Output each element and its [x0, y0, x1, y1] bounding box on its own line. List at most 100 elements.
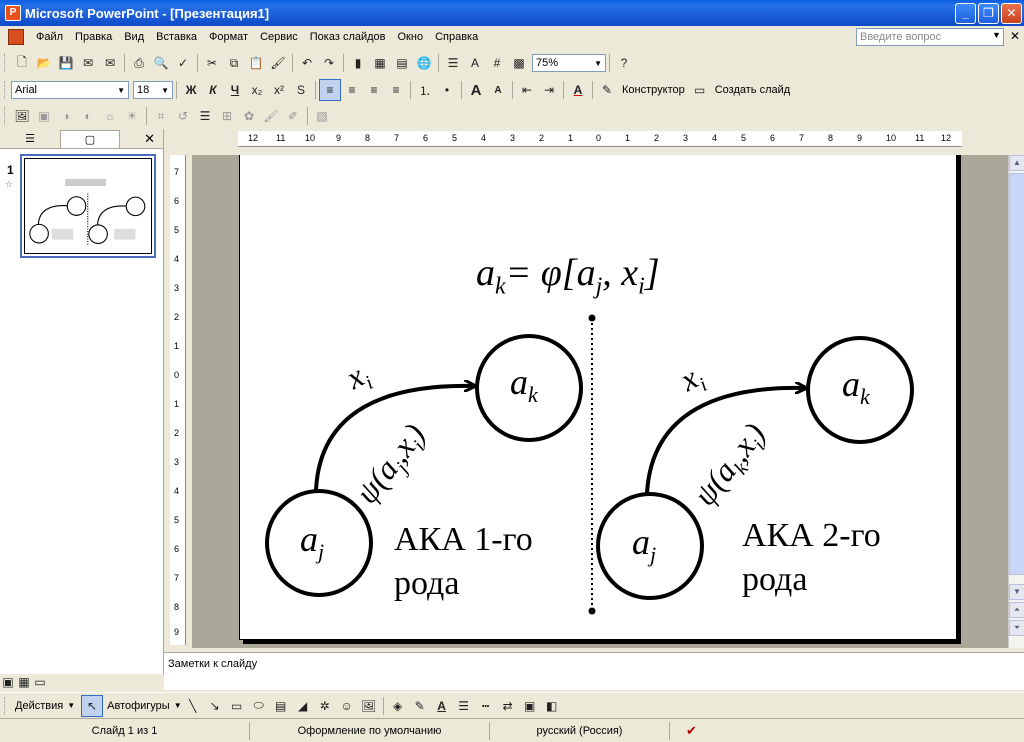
slide-formula[interactable]: ak= φ[aj, xi] [476, 251, 660, 301]
bullets-icon[interactable]: • [436, 79, 458, 101]
slide-sorter-icon[interactable]: ▦ [16, 674, 32, 690]
select-pointer-icon[interactable]: ↖ [81, 694, 104, 717]
tables-borders-icon[interactable]: ▤ [391, 52, 413, 74]
numbering-icon[interactable]: ⒈ [414, 79, 436, 101]
help-search-input[interactable]: Введите вопрос [856, 28, 1004, 46]
undo-icon[interactable]: ↶ [296, 52, 318, 74]
actions-menu[interactable]: Действия [11, 700, 67, 712]
restore-button[interactable]: ❐ [978, 3, 999, 24]
line-color-icon[interactable]: ✎ [409, 695, 431, 717]
zoom-select[interactable]: 75% ▼ [532, 54, 606, 72]
toolbar-grip[interactable] [4, 54, 7, 72]
italic-button[interactable]: К [202, 79, 224, 101]
spelling-icon[interactable]: ✓ [172, 52, 194, 74]
chevron-down-icon[interactable]: ▼ [67, 701, 75, 710]
rectangle-icon[interactable]: ▭ [226, 695, 248, 717]
superscript-icon[interactable]: x² [268, 79, 290, 101]
menu-format[interactable]: Формат [203, 31, 254, 43]
slide-canvas[interactable]: ak= φ[aj, xi] aj ak xi ψ(aj,xi) АКА 1-го… [239, 155, 957, 640]
open-folder-icon[interactable]: 📂 [33, 52, 55, 74]
vertical-scrollbar[interactable]: ▲ ▼ ⏶ ⏷ [1008, 155, 1024, 648]
3d-style-icon[interactable]: ◧ [541, 695, 563, 717]
menu-view[interactable]: Вид [118, 31, 150, 43]
line-style-icon[interactable]: ☰ [194, 105, 216, 127]
menu-slideshow[interactable]: Показ слайдов [304, 31, 392, 43]
menu-file[interactable]: Файл [30, 31, 69, 43]
save-icon[interactable]: 💾 [55, 52, 77, 74]
expand-all-icon[interactable]: ☰ [442, 52, 464, 74]
compress-icon[interactable]: ⊞ [216, 105, 238, 127]
next-slide-icon[interactable]: ⏷ [1009, 620, 1024, 636]
designer-icon[interactable]: ✎ [596, 79, 618, 101]
textbox-icon[interactable]: ▤ [270, 695, 292, 717]
recolor-icon[interactable]: ✿ [238, 105, 260, 127]
show-formatting-icon[interactable]: A [464, 52, 486, 74]
align-left-icon[interactable]: ≡ [319, 79, 341, 101]
print-preview-icon[interactable]: 🔍 [150, 52, 172, 74]
chevron-down-icon[interactable]: ▼ [992, 30, 1001, 40]
scroll-up-icon[interactable]: ▲ [1009, 155, 1024, 171]
close-document-icon[interactable]: ✕ [1010, 29, 1020, 43]
reset-picture-icon[interactable]: ▧ [311, 105, 333, 127]
previous-slide-icon[interactable]: ⏶ [1009, 602, 1024, 618]
diagram-icon[interactable]: ✲ [314, 695, 336, 717]
vertical-ruler[interactable]: 7 6 5 4 3 2 1 0 1 2 3 4 5 6 7 8 9 [170, 155, 186, 645]
align-right-icon[interactable]: ≡ [363, 79, 385, 101]
align-center-icon[interactable]: ≡ [341, 79, 363, 101]
contrast-down-icon[interactable]: ◐ [77, 105, 99, 127]
dash-style-icon[interactable]: ┅ [475, 695, 497, 717]
document-icon[interactable] [8, 29, 24, 45]
paste-icon[interactable]: 📋 [245, 52, 267, 74]
line-style-icon[interactable]: ☰ [453, 695, 475, 717]
menu-help[interactable]: Справка [429, 31, 484, 43]
close-button[interactable]: ✕ [1001, 3, 1022, 24]
hyperlink-icon[interactable]: 🌐 [413, 52, 435, 74]
underline-button[interactable]: Ч [224, 79, 246, 101]
autoshapes-menu[interactable]: Автофигуры [103, 700, 174, 712]
tab-slides[interactable]: ▢ [60, 129, 120, 148]
menu-window[interactable]: Окно [392, 31, 430, 43]
menu-tools[interactable]: Сервис [254, 31, 304, 43]
scroll-down-icon[interactable]: ▼ [1009, 584, 1024, 600]
justify-icon[interactable]: ≡ [385, 79, 407, 101]
line-icon[interactable]: ╲ [182, 695, 204, 717]
format-picture-icon[interactable]: 🖌 [260, 105, 282, 127]
tab-outline[interactable]: ☰ [0, 130, 60, 148]
format-painter-icon[interactable]: 🖌 [267, 52, 289, 74]
color-grayscale-icon[interactable]: ▩ [508, 52, 530, 74]
spelling-status-icon[interactable]: ✔ [686, 723, 697, 739]
insert-picture-icon[interactable]: 🖼 [11, 105, 33, 127]
show-grid-icon[interactable]: # [486, 52, 508, 74]
shadow-icon[interactable]: S [290, 79, 312, 101]
decrease-indent-icon[interactable]: ⇤ [516, 79, 538, 101]
toolbar-grip[interactable] [4, 81, 7, 99]
new-slide-icon[interactable]: ▭ [689, 79, 711, 101]
picture-icon[interactable]: 🖼 [358, 695, 380, 717]
fill-color-icon[interactable]: ◈ [387, 695, 409, 717]
insert-table-icon[interactable]: ▦ [369, 52, 391, 74]
arrow-icon[interactable]: ↘ [204, 695, 226, 717]
contrast-up-icon[interactable]: ◑ [55, 105, 77, 127]
font-name-select[interactable]: Arial ▼ [11, 81, 129, 99]
shadow-style-icon[interactable]: ▣ [519, 695, 541, 717]
font-color-icon[interactable]: A [567, 79, 589, 101]
transparent-color-icon[interactable]: ✐ [282, 105, 304, 127]
copy-icon[interactable]: ⧉ [223, 52, 245, 74]
arrow-style-icon[interactable]: ⇄ [497, 695, 519, 717]
oval-icon[interactable]: ⬭ [248, 695, 270, 717]
crop-icon[interactable]: ⌗ [150, 105, 172, 127]
toolbar-grip[interactable] [4, 696, 7, 715]
minimize-button[interactable]: _ [955, 3, 976, 24]
clipart-icon[interactable]: ☺ [336, 695, 358, 717]
insert-chart-icon[interactable]: ▮ [347, 52, 369, 74]
rotate-icon[interactable]: ↺ [172, 105, 194, 127]
new-slide-button[interactable]: Создать слайд [711, 84, 794, 96]
redo-icon[interactable]: ↷ [318, 52, 340, 74]
normal-view-icon[interactable]: ▣ [0, 674, 16, 690]
email-icon[interactable]: ✉ [99, 52, 121, 74]
font-size-select[interactable]: 18 ▼ [133, 81, 173, 99]
subscript-icon[interactable]: x₂ [246, 79, 268, 101]
help-icon[interactable]: ? [613, 52, 635, 74]
cut-icon[interactable]: ✂ [201, 52, 223, 74]
left-caption[interactable]: АКА 1-го рода [394, 518, 533, 606]
